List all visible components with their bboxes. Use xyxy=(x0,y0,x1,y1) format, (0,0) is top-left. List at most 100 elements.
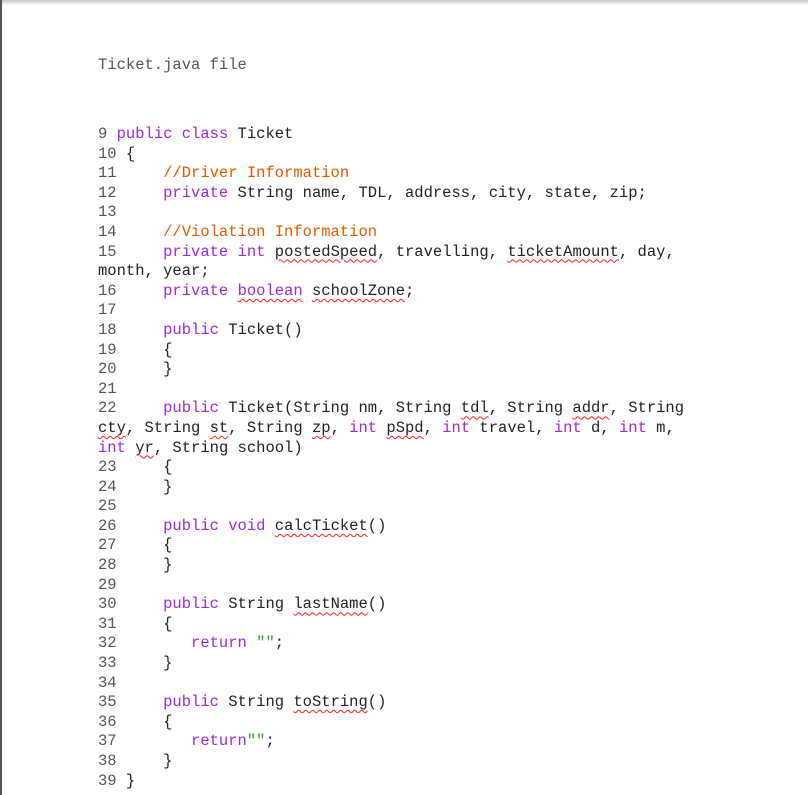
page-top-edge xyxy=(2,0,808,5)
code-line: 9 public class Ticket xyxy=(98,125,708,145)
code-text: ; xyxy=(274,634,285,653)
code-line: 24 } xyxy=(98,478,708,498)
code-text: Ticket(String nm, String xyxy=(218,399,461,418)
keyword: private int xyxy=(163,242,266,261)
line-number: 39 xyxy=(98,771,117,790)
code-text: travel, xyxy=(470,418,554,437)
line-number: 27 xyxy=(98,536,117,555)
code-line: 30 public String lastName() xyxy=(98,595,708,615)
string-literal: "" xyxy=(256,634,275,653)
code-text: Ticket xyxy=(228,125,294,143)
code-text: { xyxy=(163,712,173,731)
keyword: int xyxy=(349,418,378,437)
code-text: String xyxy=(218,595,294,614)
line-number: 25 xyxy=(98,497,117,516)
line-number: 28 xyxy=(98,556,117,575)
comment: //Violation Information xyxy=(163,222,378,241)
line-number: 18 xyxy=(98,320,117,339)
code-text: , String school) xyxy=(153,438,303,457)
keyword: public xyxy=(163,399,219,418)
keyword: private xyxy=(163,183,229,202)
code-line: 19 { xyxy=(98,341,708,361)
spellcheck-flagged-word: addr xyxy=(572,399,610,418)
line-number: 15 xyxy=(98,242,117,261)
spellcheck-flagged-word: schoolZone xyxy=(312,281,406,300)
code-text: } xyxy=(125,771,136,790)
line-number: 22 xyxy=(98,399,117,418)
code-text: Ticket() xyxy=(218,320,303,339)
line-number: 35 xyxy=(98,693,117,712)
code-text: { xyxy=(125,144,136,163)
code-text: { xyxy=(163,536,173,555)
spellcheck-flagged-word: toString xyxy=(293,693,368,712)
code-line: 20 } xyxy=(98,360,708,380)
spellcheck-flagged-word: lastName xyxy=(293,595,368,614)
code-line: 16 private boolean schoolZone; xyxy=(98,282,708,302)
code-text: } xyxy=(163,360,173,379)
code-line: 32 return ""; xyxy=(98,634,708,654)
line-number: 10 xyxy=(98,144,117,163)
code-text: () xyxy=(367,693,387,712)
line-number: 13 xyxy=(98,203,117,222)
keyword: return xyxy=(191,634,247,653)
code-line: 27 { xyxy=(98,536,708,556)
code-text: String xyxy=(218,693,294,712)
line-number: 23 xyxy=(98,458,117,477)
code-text: , xyxy=(423,418,443,437)
code-text: , String xyxy=(488,399,573,418)
code-text: , travelling, xyxy=(377,242,508,261)
spellcheck-flagged-word: yr xyxy=(135,438,154,457)
spellcheck-flagged-word: tdl xyxy=(460,399,489,418)
document-title: Ticket.java file xyxy=(98,56,247,74)
line-number: 12 xyxy=(98,183,117,202)
code-text: m, xyxy=(646,418,685,437)
spellcheck-flagged-word: boolean xyxy=(237,281,303,300)
line-number: 17 xyxy=(98,301,117,320)
line-number: 26 xyxy=(98,516,117,535)
line-number: 21 xyxy=(98,379,117,398)
document-body[interactable]: Ticket.java file 9 public class Ticket 10… xyxy=(98,55,708,791)
code-line: 35 public String toString() xyxy=(98,693,708,713)
code-line: 28 } xyxy=(98,556,708,576)
keyword: public xyxy=(163,693,219,712)
keyword: public class xyxy=(116,125,229,143)
spellcheck-flagged-word: zp xyxy=(311,418,331,437)
line-number: 16 xyxy=(98,281,117,300)
line-number: 24 xyxy=(98,477,117,496)
code-listing: 9 public class Ticket 10 {11 //Driver Inf… xyxy=(98,125,708,791)
keyword: return xyxy=(191,732,247,751)
keyword: int xyxy=(618,418,647,437)
line-number: 36 xyxy=(98,712,117,731)
document-page: Ticket.java file 9 public class Ticket 10… xyxy=(0,0,808,795)
code-line: 15 private int postedSpeed, travelling, … xyxy=(98,243,708,282)
spellcheck-flagged-word: ticketAmount xyxy=(507,242,619,261)
code-line: 21 xyxy=(98,380,708,400)
comment: //Driver Information xyxy=(163,164,350,183)
code-text: ; xyxy=(265,732,275,751)
code-text: { xyxy=(163,340,173,359)
code-line: 29 xyxy=(98,576,708,596)
spellcheck-flagged-word: st xyxy=(209,418,229,437)
code-line: 39 } xyxy=(98,772,708,792)
code-text: { xyxy=(163,614,173,633)
code-line: 10 { xyxy=(98,145,708,165)
keyword: int xyxy=(553,418,582,437)
code-line: 31 { xyxy=(98,615,708,635)
line-number: 11 xyxy=(98,164,117,183)
code-line: 36 { xyxy=(98,713,708,733)
code-text: { xyxy=(163,458,173,477)
code-line: 37 return""; xyxy=(98,732,708,752)
code-line: 22 public Ticket(String nm, String tdl, … xyxy=(98,399,708,458)
line-number: 29 xyxy=(98,575,117,594)
code-text: } xyxy=(163,556,173,575)
code-line: 11 //Driver Information xyxy=(98,164,708,184)
code-line: 14 //Violation Information xyxy=(98,223,708,243)
code-line: 17 xyxy=(98,301,708,321)
code-line: 38 } xyxy=(98,752,708,772)
